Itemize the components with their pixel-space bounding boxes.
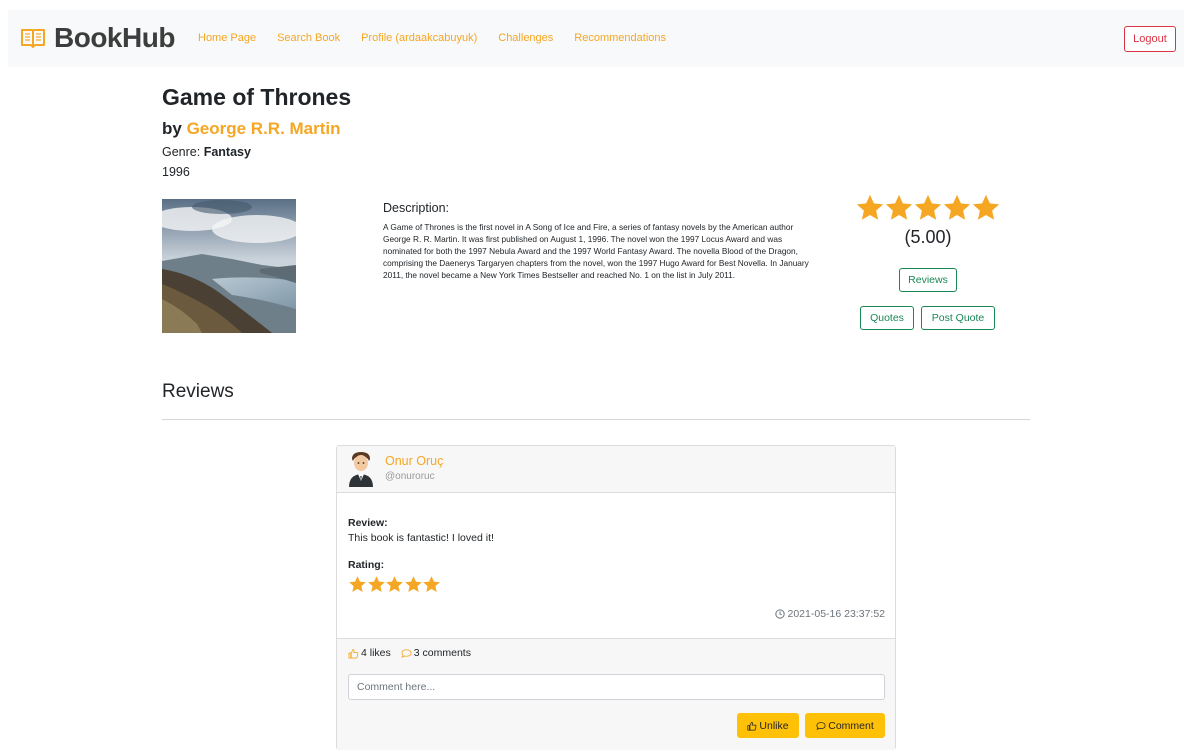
review-label: Review: — [348, 517, 388, 529]
review-card-header: Onur Oruç @onuroruc — [337, 446, 895, 493]
comment-button[interactable]: Comment — [805, 713, 885, 738]
nav-profile[interactable]: Profile (ardaakcabuyuk) — [361, 31, 477, 45]
likes-count[interactable]: 4 likes — [361, 647, 391, 659]
comments-count[interactable]: 3 comments — [414, 647, 471, 659]
book-title: Game of Thrones — [162, 84, 352, 110]
nav-search-book[interactable]: Search Book — [277, 31, 340, 45]
description-text: A Game of Thrones is the first novel in … — [383, 222, 809, 280]
book-genre: Genre: Fantasy — [162, 145, 251, 159]
genre-value: Fantasy — [203, 145, 251, 159]
star-icon — [386, 576, 403, 592]
brand[interactable]: BookHub — [20, 23, 175, 53]
nav-recommendations[interactable]: Recommendations — [574, 31, 666, 45]
star-icon — [404, 576, 422, 592]
star-icon — [367, 576, 385, 592]
star-icon — [856, 194, 884, 220]
comment-bubble-icon — [816, 721, 826, 730]
by-prefix: by — [162, 119, 187, 138]
comment-input[interactable] — [348, 674, 885, 700]
book-rating: (5.00) — [850, 193, 1006, 248]
post-quote-button[interactable]: Post Quote — [921, 306, 995, 330]
comment-label: Comment — [828, 719, 874, 732]
average-rating: (5.00) — [904, 227, 952, 247]
star-icon — [885, 194, 913, 220]
reviewer-handle: @onuroruc — [385, 471, 435, 482]
brand-name: BookHub — [54, 22, 175, 53]
thumbs-up-icon — [348, 648, 359, 658]
review-text: This book is fantastic! I loved it! — [348, 532, 494, 544]
author-link[interactable]: George R.R. Martin — [187, 119, 341, 138]
review-card-footer: 4 likes 3 comments Unlike Comment — [337, 638, 895, 750]
review-card: Onur Oruç @onuroruc Review: This book is… — [336, 445, 896, 750]
rating-label: Rating: — [348, 559, 385, 571]
logout-button[interactable]: Logout — [1124, 26, 1176, 52]
reviewer-name[interactable]: Onur Oruç — [385, 454, 443, 468]
book-star-rating — [850, 193, 1006, 223]
book-year: 1996 — [162, 165, 190, 179]
book-author-line: by George R.R. Martin — [162, 119, 341, 139]
unlike-label: Unlike — [759, 719, 789, 732]
divider — [162, 419, 1030, 420]
review-star-rating — [348, 575, 441, 594]
avatar — [349, 452, 373, 487]
quotes-button[interactable]: Quotes — [860, 306, 914, 330]
timestamp-text: 2021-05-16 23:37:52 — [787, 608, 886, 620]
star-icon — [943, 194, 971, 220]
review-timestamp: 2021-05-16 23:37:52 — [774, 608, 886, 620]
review-stats: 4 likes 3 comments — [348, 647, 471, 659]
nav-links: Home Page Search Book Profile (ardaakcab… — [198, 31, 687, 45]
star-icon — [349, 576, 366, 592]
star-icon — [423, 576, 440, 592]
star-icon — [914, 194, 942, 220]
reviews-heading: Reviews — [162, 381, 234, 402]
navbar: BookHub Home Page Search Book Profile (a… — [8, 10, 1184, 67]
nav-challenges[interactable]: Challenges — [498, 31, 553, 45]
clock-icon — [774, 609, 785, 619]
reviews-button[interactable]: Reviews — [899, 268, 957, 292]
book-cover-image — [162, 199, 296, 333]
description-title: Description: — [383, 201, 449, 215]
genre-label: Genre: — [162, 145, 204, 159]
unlike-button[interactable]: Unlike — [737, 713, 799, 738]
star-icon — [972, 194, 1000, 220]
thumbs-up-icon — [747, 721, 757, 731]
comment-bubble-icon — [401, 648, 412, 658]
nav-home[interactable]: Home Page — [198, 31, 256, 45]
open-book-icon — [21, 29, 45, 48]
